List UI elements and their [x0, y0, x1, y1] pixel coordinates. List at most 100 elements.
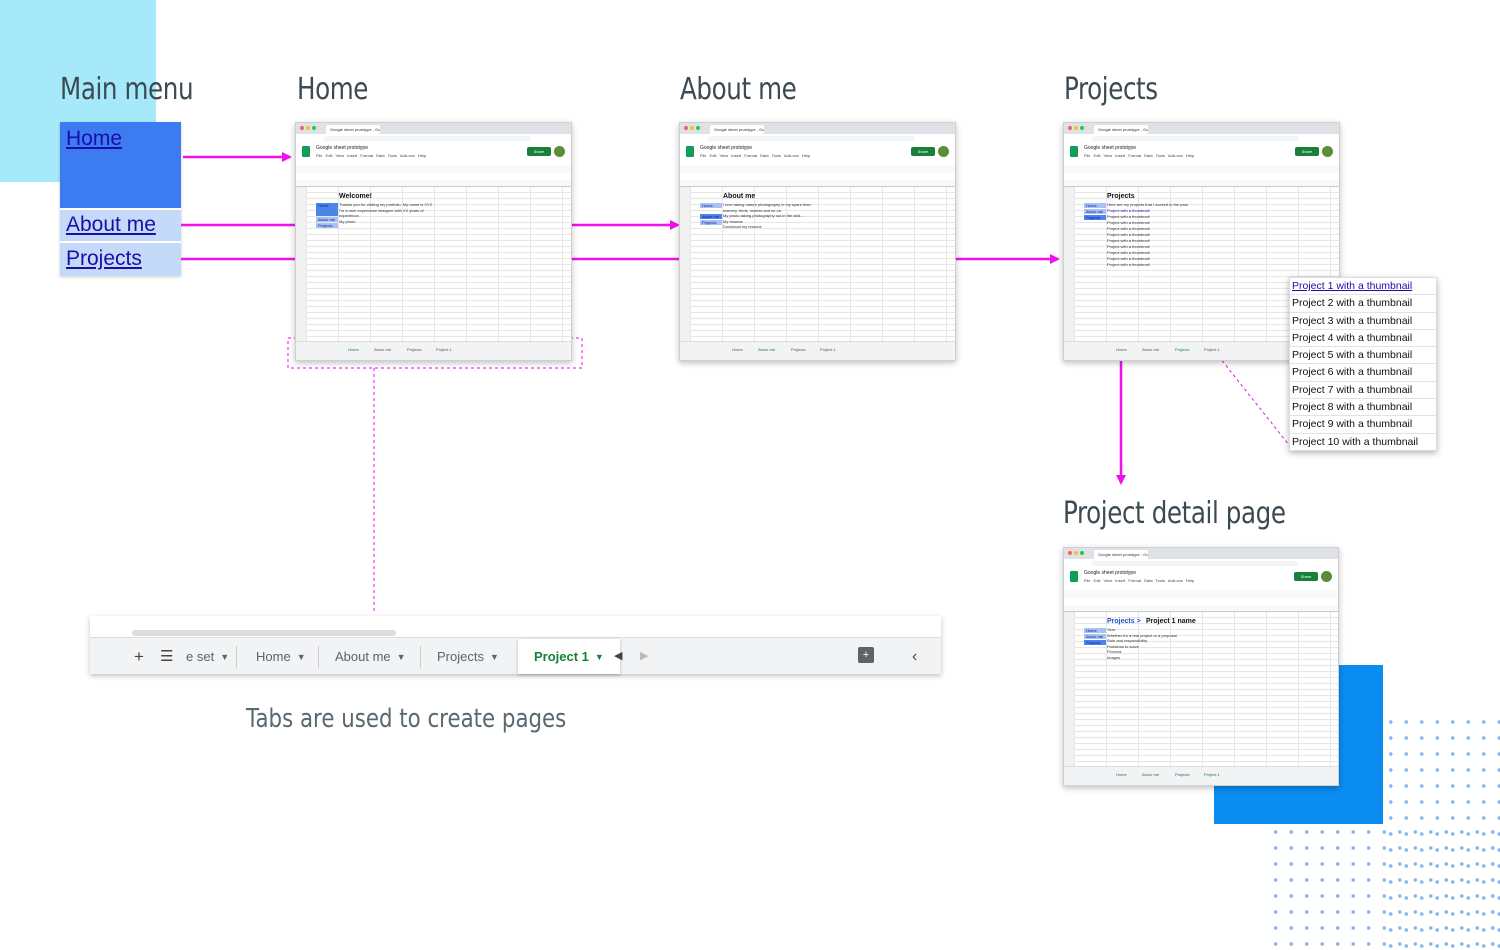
sheet-tab-about-label: About me [335, 649, 391, 664]
thumb-project-row: Project with a thumbnail [1107, 256, 1150, 261]
menu-cell-projects-label: Projects [702, 220, 717, 225]
browser-chrome: Google sheet prototype - Go... [680, 123, 955, 134]
body-line-6: Images [1107, 655, 1121, 660]
scroll-left-icon[interactable]: ◀ [614, 639, 622, 674]
project-list-item-1[interactable]: Project 1 with a thumbnail [1290, 278, 1436, 296]
sheet-tab-home[interactable]: Home ▼ [256, 639, 306, 674]
all-sheets-icon[interactable]: ☰ [160, 639, 173, 674]
thumb-project-row: Project with a thumbnail [1107, 220, 1150, 225]
sheet-tabs-bar: Home About me Projects Project 1 [680, 341, 955, 360]
explore-icon[interactable]: + [858, 647, 874, 663]
thumb-project-row: Project with a thumbnail [1107, 262, 1150, 267]
sheets-icon [302, 146, 310, 157]
sheet-tab-projects-label: Projects [437, 649, 484, 664]
heading-about-me: About me [680, 72, 797, 107]
column-header [296, 180, 571, 187]
page-title: About me [723, 193, 756, 200]
sheet-tab-about: About me [1142, 772, 1160, 777]
thumb-project-row: Project with a thumbnail [1107, 238, 1150, 243]
menu-cell-home-label: Home [318, 203, 329, 208]
doc-title: Google sheet prototype [1084, 145, 1136, 151]
sheet-tab-projects: Projects [1175, 347, 1190, 352]
menu-cell-projects-label: Projects [318, 223, 333, 228]
sheet-tabs-bar: Home About me Projects Project 1 [296, 341, 571, 360]
browser-tab: Google sheet prototype - Go... [1094, 550, 1148, 559]
main-menu-item-about-me[interactable]: About me [60, 213, 181, 237]
sheet-tab-partial-label: e set [186, 649, 215, 664]
sheet-tab-projects: Projects [1175, 772, 1190, 777]
sheet-tabs-bar: Home About me Projects Project 1 [1064, 766, 1338, 785]
avatar [1321, 571, 1332, 582]
project-list-popup: Project 1 with a thumbnail Project 2 wit… [1289, 277, 1437, 451]
add-sheet-icon[interactable]: + [134, 639, 144, 674]
main-menu-item-home[interactable]: Home [60, 127, 181, 151]
share-button: Share [527, 147, 551, 156]
chevron-down-icon: ▼ [396, 652, 406, 662]
sheet-tab-home: Home [1116, 772, 1127, 777]
project-list-item-7: Project 7 with a thumbnail [1290, 382, 1436, 400]
heading-projects: Projects [1064, 72, 1158, 107]
avatar [1322, 146, 1333, 157]
project-list-item-10: Project 10 with a thumbnail [1292, 435, 1419, 448]
browser-tab: Google sheet prototype - Go... [326, 125, 380, 134]
menu-bar: File Edit View Insert Format Data Tools … [700, 153, 811, 158]
thumbnail-project-detail-page: Google sheet prototype - Go... Google sh… [1063, 547, 1339, 786]
sheet-tab-project-1: Project 1 [1204, 772, 1220, 777]
heading-main-menu: Main menu [60, 72, 194, 107]
page-title: Projects [1107, 193, 1135, 200]
thumb-project-row: Project with a thumbnail [1107, 250, 1150, 255]
sheet-tab-projects: Projects [407, 347, 422, 352]
breadcrumb: Projects > [1107, 618, 1141, 625]
project-list-item-2: Project 2 with a thumbnail [1290, 295, 1436, 313]
sheet-tab-home: Home [1116, 347, 1127, 352]
sheet-tab-projects[interactable]: Projects ▼ [437, 639, 499, 674]
sheet-tab-home: Home [732, 347, 743, 352]
scroll-right-icon[interactable]: ▶ [640, 639, 648, 674]
heading-project-detail: Project detail page [1063, 496, 1286, 531]
sheet-tab-partial[interactable]: e set ▼ [186, 639, 229, 674]
menu-bar: File Edit View Insert Format Data Tools … [1084, 153, 1195, 158]
sheet-tab-project-1: Project 1 [1204, 347, 1220, 352]
chevron-down-icon: ▼ [220, 652, 230, 662]
share-button: Share [911, 147, 935, 156]
doc-title: Google sheet prototype [316, 145, 368, 151]
sheet-tab-about: About me [374, 347, 392, 352]
zoomed-sheet-tabs: + ☰ e set ▼ Home ▼ About me ▼ Projects ▼ Pro… [90, 616, 941, 674]
thumb-project-row: Project with a thumbnail [1107, 226, 1150, 231]
menu-cell-projects-label: Projects [1086, 215, 1101, 220]
column-header [1064, 605, 1338, 612]
menu-cell-about-label: About me [702, 214, 720, 219]
sheets-icon [1070, 571, 1078, 582]
share-button: Share [1295, 147, 1319, 156]
main-menu-item-projects[interactable]: Projects [60, 247, 181, 271]
body-line-1: Here are my projects that I worked in th… [1107, 202, 1188, 207]
menu-cell-projects-label: Projects [1086, 640, 1101, 645]
project-list-item-3: Project 3 with a thumbnail [1290, 313, 1436, 330]
sheet-tab-project-1[interactable]: Project 1 ▼ [518, 639, 620, 674]
horizontal-scrollbar[interactable] [132, 630, 396, 636]
menu-cell-about-label: About me [1086, 209, 1104, 214]
sheet-tab-about: About me [1142, 347, 1160, 352]
tabs-caption: Tabs are used to create pages [246, 704, 567, 734]
menu-cell-about-label: About me [318, 217, 336, 222]
thumb-project-row: Project with a thumbnail [1107, 208, 1150, 213]
thumb-project-row: Project with a thumbnail [1107, 214, 1150, 219]
project-list-item-5: Project 5 with a thumbnail [1290, 347, 1436, 365]
page-title: Project 1 name [1146, 618, 1196, 625]
body-line-4: My photo [339, 218, 356, 224]
menu-bar: File Edit View Insert Format Data Tools … [1084, 578, 1195, 583]
browser-tab: Google sheet prototype - Go... [710, 125, 764, 134]
chevron-down-icon: ▼ [296, 652, 306, 662]
decor-dots-lower [1268, 824, 1500, 950]
sheet-tab-about-me[interactable]: About me ▼ [335, 639, 406, 674]
share-button: Share [1294, 572, 1318, 581]
thumbnail-home-page: Google sheet prototype - Go... Google sh… [295, 122, 572, 361]
doc-title: Google sheet prototype [1084, 570, 1136, 576]
collapse-icon[interactable]: ‹ [912, 639, 917, 674]
sheets-header: Google sheet prototype File Edit View In… [1064, 143, 1339, 165]
sheets-icon [1070, 146, 1078, 157]
avatar [938, 146, 949, 157]
sheet-tab-home: Home [348, 347, 359, 352]
column-header [680, 180, 955, 187]
thumb-project-row: Project with a thumbnail [1107, 232, 1150, 237]
